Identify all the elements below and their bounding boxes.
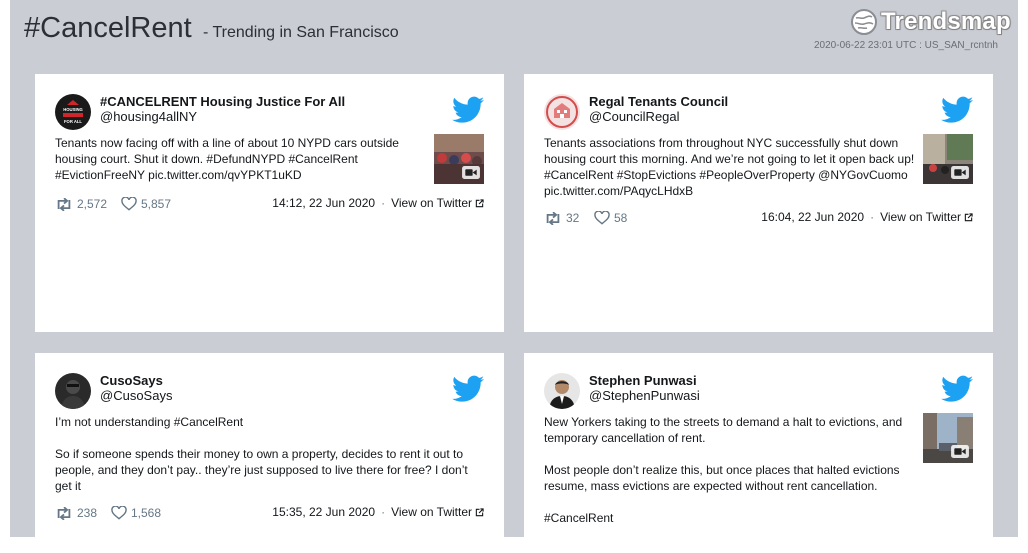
- like-count[interactable]: 5,857: [121, 197, 171, 211]
- retweet-count[interactable]: 238: [55, 506, 97, 520]
- tweet-footer: 2,572 5,857 14:12, 22 Jun 2020 · View on…: [55, 196, 484, 213]
- external-link-icon[interactable]: [475, 508, 484, 517]
- brand-name: Trendsmap: [881, 8, 1011, 35]
- trendsmap-logo-icon: [851, 9, 877, 35]
- heart-icon: [594, 211, 610, 225]
- timestamp-meta: 2020-06-22 23:01 UTC : US_SAN_rcntnh: [814, 40, 998, 51]
- video-camera-icon: [951, 166, 969, 179]
- twitter-bird-icon[interactable]: [941, 375, 973, 403]
- video-camera-icon: [462, 166, 480, 179]
- avatar[interactable]: [544, 373, 580, 409]
- avatar[interactable]: HOUSING FOR ALL: [55, 94, 91, 130]
- author-name[interactable]: Regal Tenants Council: [589, 94, 728, 109]
- author-handle[interactable]: @StephenPunwasi: [589, 388, 700, 403]
- tweet-card: CusoSays @CusoSays I’m not understanding…: [35, 353, 504, 553]
- view-on-twitter-link[interactable]: View on Twitter: [391, 196, 472, 210]
- separator: ·: [381, 505, 386, 519]
- author-handle[interactable]: @CusoSays: [100, 388, 172, 403]
- retweet-icon: [55, 198, 73, 211]
- retweet-icon: [544, 212, 562, 225]
- video-camera-icon: [951, 445, 969, 458]
- svg-text:FOR ALL: FOR ALL: [64, 119, 82, 124]
- tweet-text: New Yorkers taking to the streets to dem…: [544, 415, 903, 525]
- tweet-card: Stephen Punwasi @StephenPunwasi New York…: [524, 353, 993, 553]
- retweet-icon: [55, 507, 73, 520]
- tweet-footer: 32 58 16:04, 22 Jun 2020 · View on Twitt…: [544, 210, 973, 227]
- trendsmap-logo[interactable]: Trendsmap: [850, 6, 1011, 38]
- external-link-icon[interactable]: [475, 199, 484, 208]
- heart-icon: [121, 197, 137, 211]
- tweet-footer: 238 1,568 15:35, 22 Jun 2020 · View on T…: [55, 505, 484, 522]
- tweet-time[interactable]: 15:35, 22 Jun 2020: [272, 505, 375, 519]
- tweet-time[interactable]: 16:04, 22 Jun 2020: [761, 210, 864, 224]
- tweet-meta: 15:35, 22 Jun 2020 · View on Twitter: [272, 505, 484, 519]
- page-title: #CancelRent: [24, 12, 192, 44]
- svg-text:HOUSING: HOUSING: [63, 107, 83, 112]
- retweet-count[interactable]: 2,572: [55, 197, 107, 211]
- separator: ·: [870, 210, 875, 224]
- tweet-media-thumbnail[interactable]: [923, 134, 973, 184]
- twitter-bird-icon[interactable]: [452, 375, 484, 403]
- twitter-bird-icon[interactable]: [452, 96, 484, 124]
- tweet-time[interactable]: 14:12, 22 Jun 2020: [272, 196, 375, 210]
- tweet-card: HOUSING FOR ALL #CANCELRENT Housing Just…: [35, 74, 504, 332]
- heart-icon: [111, 506, 127, 520]
- retweet-count[interactable]: 32: [544, 211, 579, 225]
- tweet-card: Regal Tenants Council @CouncilRegal Tena…: [524, 74, 993, 332]
- tweet-text: Tenants associations from throughout NYC…: [544, 136, 915, 198]
- like-count[interactable]: 1,568: [111, 506, 161, 520]
- view-on-twitter-link[interactable]: View on Twitter: [880, 210, 961, 224]
- separator: ·: [381, 196, 386, 210]
- tweet-meta: 14:12, 22 Jun 2020 · View on Twitter: [272, 196, 484, 210]
- author-handle[interactable]: @CouncilRegal: [589, 109, 680, 124]
- like-count[interactable]: 58: [594, 211, 627, 225]
- tweet-text: I’m not understanding #CancelRent So if …: [55, 415, 468, 493]
- author-name[interactable]: CusoSays: [100, 373, 163, 388]
- external-link-icon[interactable]: [964, 213, 973, 222]
- page-subtitle: - Trending in San Francisco: [203, 24, 399, 41]
- twitter-bird-icon[interactable]: [941, 96, 973, 124]
- author-name[interactable]: Stephen Punwasi: [589, 373, 697, 388]
- tweet-text: Tenants now facing off with a line of ab…: [55, 136, 399, 182]
- view-on-twitter-link[interactable]: View on Twitter: [391, 505, 472, 519]
- author-handle[interactable]: @housing4allNY: [100, 109, 197, 124]
- tweet-meta: 16:04, 22 Jun 2020 · View on Twitter: [761, 210, 973, 224]
- avatar[interactable]: [55, 373, 91, 409]
- tweet-media-thumbnail[interactable]: [434, 134, 484, 184]
- tweet-media-thumbnail[interactable]: [923, 413, 973, 463]
- author-name[interactable]: #CANCELRENT Housing Justice For All: [100, 94, 345, 109]
- avatar[interactable]: [544, 94, 580, 130]
